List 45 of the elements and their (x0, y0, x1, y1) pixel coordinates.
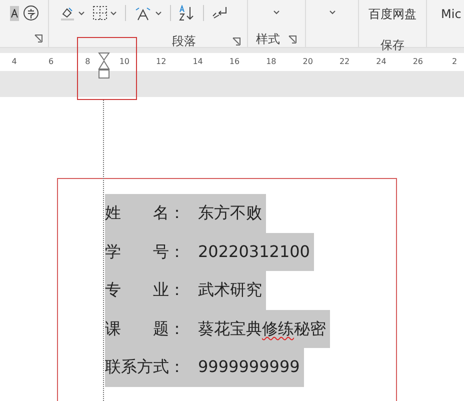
field-label: 学 号： (105, 240, 186, 263)
ruler-number: 26 (412, 57, 424, 67)
caret-icon[interactable] (110, 10, 117, 16)
ruler-number: 10 (118, 57, 130, 67)
caret-icon[interactable] (155, 10, 162, 16)
sort-icon[interactable] (179, 5, 195, 21)
save-to-cloud-button[interactable]: 百度网盘 (368, 7, 416, 21)
field-value: 武术研究 (198, 279, 262, 302)
highlight-a-icon[interactable] (10, 6, 18, 20)
field-label: 姓 名： (105, 202, 186, 224)
caret-icon[interactable] (273, 10, 280, 15)
dialog-launcher-icon[interactable] (288, 34, 297, 44)
field-value: 葵花宝典修练秘密 (198, 318, 326, 340)
ruler-number: 12 (155, 57, 168, 67)
circled-character-icon[interactable] (22, 5, 38, 21)
ruler-number: 16 (228, 57, 241, 67)
dialog-launcher-icon[interactable] (34, 34, 42, 43)
ruler-number: 2 (451, 57, 458, 67)
field-value: 20220312100 (198, 240, 310, 263)
indent-marker-icon[interactable] (98, 52, 110, 80)
shading-icon[interactable] (60, 6, 75, 20)
ruler-number: 22 (338, 57, 351, 67)
field-value: 9999999999 (198, 356, 300, 378)
ruler-number: 20 (302, 57, 314, 67)
ribbon-button-label[interactable]: Mic (441, 7, 464, 21)
ruler-number: 8 (84, 57, 92, 67)
field-value: 东方不败 (198, 202, 262, 224)
ruler-number: 24 (375, 57, 388, 67)
field-label: 专 业： (105, 279, 186, 302)
caret-icon[interactable] (78, 10, 85, 16)
sort-spacing-icon[interactable] (134, 6, 152, 20)
caret-icon[interactable] (328, 10, 336, 15)
field-label: 课 题： (105, 318, 186, 340)
ruler-number: 14 (192, 57, 204, 67)
ruler-number: 18 (265, 57, 278, 67)
ruler-number: 6 (47, 57, 55, 67)
borders-icon[interactable] (93, 6, 107, 20)
ruler-number: 4 (10, 57, 18, 67)
paragraph-mark-icon[interactable] (212, 6, 228, 20)
annotation-frame (77, 37, 137, 100)
group-label: 段落 (172, 34, 196, 48)
group-label: 样式 (256, 32, 280, 46)
group-label: 保存 (380, 38, 404, 52)
dialog-launcher-icon[interactable] (232, 36, 241, 46)
field-label: 联系方式： (105, 356, 186, 378)
